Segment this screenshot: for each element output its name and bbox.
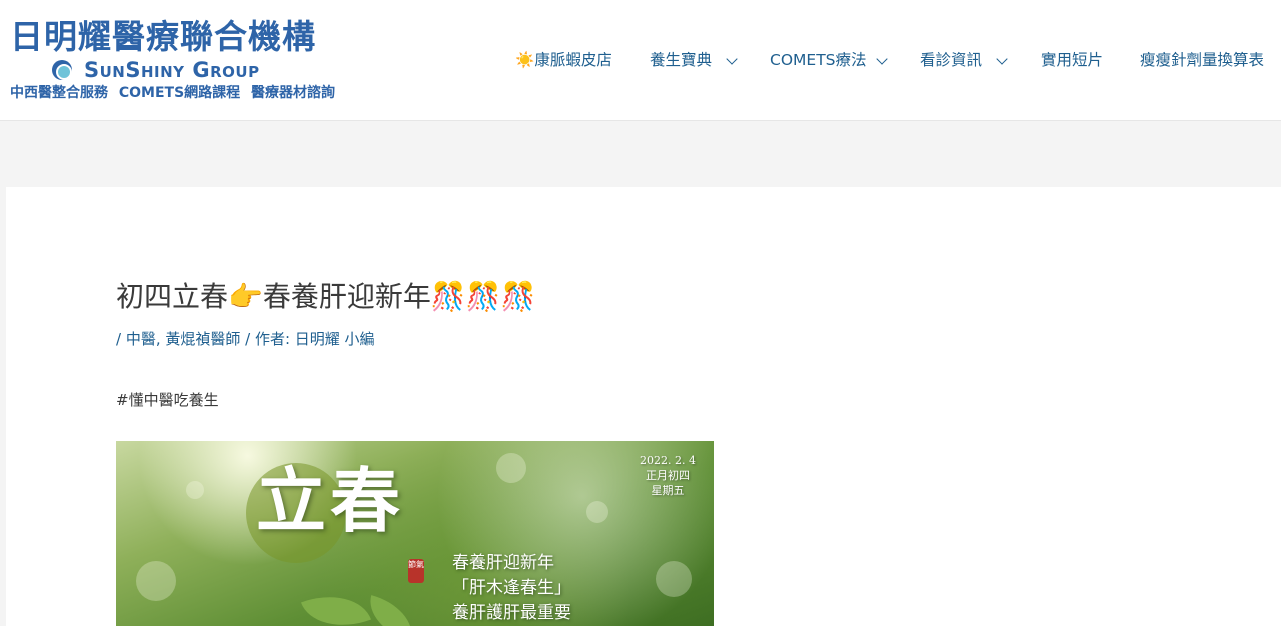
- nav-item-label: 看診資訊: [920, 51, 983, 69]
- nav-item-short-videos[interactable]: 實用短片: [1041, 48, 1103, 72]
- bokeh-light: [136, 561, 176, 601]
- logo-subtitle: 中西醫整合服務 COMETS網路課程 醫療器材諮詢: [10, 85, 336, 101]
- post-meta[interactable]: / 中醫, 黃焜禎醫師 / 作者: 日明耀 小編: [116, 328, 375, 350]
- nav-item-label: 康脈蝦皮店: [534, 51, 612, 69]
- hero-poem-line: 春養肝迎新年: [452, 553, 554, 573]
- nav-item-clinic-info[interactable]: 看診資訊: [920, 48, 1010, 72]
- hero-big-text: 立春: [256, 459, 404, 542]
- hero-poem: 春養肝迎新年 「肝木逢春生」 養肝護肝最重要: [452, 551, 571, 626]
- logo-english-name: SunShiny Group: [84, 58, 260, 82]
- post-hashtag: #懂中醫吃養生: [116, 391, 219, 409]
- bokeh-light: [496, 453, 526, 483]
- site-logo[interactable]: 日明耀醫療聯合機構 SunShiny Group 中西醫整合服務 COMETS網…: [10, 18, 355, 106]
- nav-item-health-guide[interactable]: 養生寶典: [650, 48, 740, 72]
- nav-item-label: COMETS療法: [770, 51, 867, 69]
- logo-chinese-name: 日明耀醫療聯合機構: [10, 17, 316, 56]
- nav-item-label: 養生寶典: [650, 51, 713, 69]
- post-title: 初四立春👉春養肝迎新年🎊🎊🎊: [116, 280, 536, 313]
- hero-image: 立春 節氣 2022. 2. 4 正月初四 星期五 春養肝迎新年 「肝木逢春生」…: [116, 441, 714, 626]
- bokeh-light: [656, 561, 692, 597]
- nav-item-shopee-store[interactable]: ☀️康脈蝦皮店: [515, 48, 612, 72]
- leaf-shape: [300, 581, 372, 626]
- nav-item-comets-therapy[interactable]: COMETS療法: [770, 48, 890, 72]
- bokeh-light: [186, 481, 204, 499]
- nav-item-dosage-table[interactable]: 瘦瘦針劑量換算表: [1140, 48, 1264, 72]
- red-seal: 節氣: [408, 559, 424, 583]
- hero-date-line: 星期五: [651, 484, 685, 497]
- hero-poem-line: 「肝木逢春生」: [452, 578, 571, 598]
- nav-item-label: 瘦瘦針劑量換算表: [1140, 51, 1265, 69]
- hero-date: 2022. 2. 4 正月初四 星期五: [640, 453, 696, 498]
- chevron-down-icon: [726, 53, 738, 65]
- article-content: 初四立春👉春養肝迎新年🎊🎊🎊 / 中醫, 黃焜禎醫師 / 作者: 日明耀 小編 …: [6, 187, 1281, 626]
- nav-item-label: 實用短片: [1041, 51, 1104, 69]
- hero-date-line: 正月初四: [646, 469, 690, 482]
- chevron-down-icon: [996, 53, 1008, 65]
- bokeh-light: [586, 501, 608, 523]
- sun-icon: ☀️: [515, 51, 535, 69]
- hero-date-line: 2022. 2. 4: [640, 454, 696, 467]
- leaf-shape: [362, 595, 420, 626]
- logo-mark-icon: [52, 60, 72, 80]
- site-header: 日明耀醫療聯合機構 SunShiny Group 中西醫整合服務 COMETS網…: [0, 0, 1281, 121]
- hero-poem-line: 養肝護肝最重要: [452, 603, 571, 623]
- chevron-down-icon: [876, 53, 888, 65]
